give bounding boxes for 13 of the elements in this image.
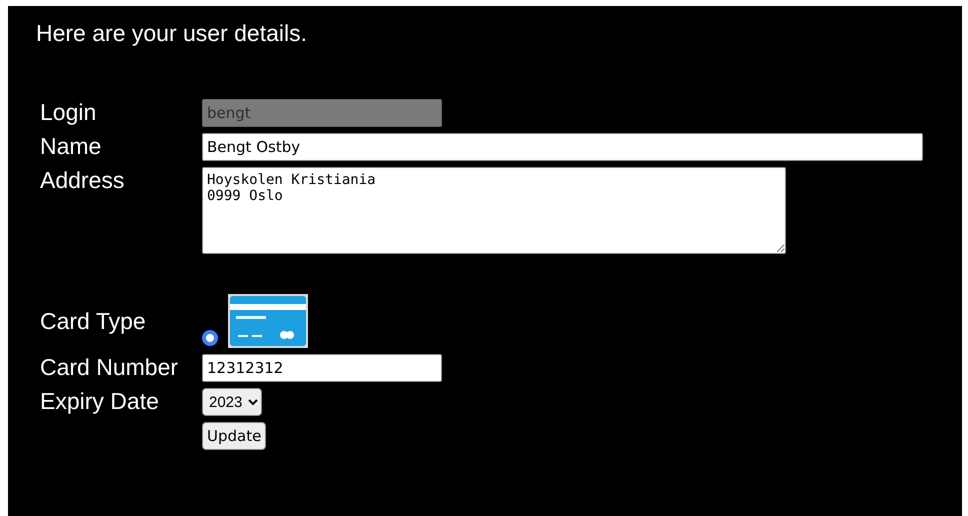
update-button[interactable]: Update: [202, 422, 266, 450]
name-field[interactable]: Bengt Ostby: [202, 133, 923, 161]
page-heading: Here are your user details.: [36, 20, 308, 47]
card-number-field[interactable]: 12312312: [202, 354, 442, 382]
address-field[interactable]: Hoyskolen Kristiania 0999 Oslo: [202, 167, 786, 254]
name-label: Name: [40, 133, 102, 159]
card-number-label: Card Number: [40, 354, 180, 380]
expiry-year-select[interactable]: 2023: [202, 388, 262, 416]
expiry-date-label: Expiry Date: [40, 388, 160, 414]
radio-button[interactable]: [202, 330, 218, 346]
login-label: Login: [40, 99, 98, 125]
address-label: Address: [40, 167, 126, 193]
card-type-label: Card Type: [40, 308, 147, 334]
